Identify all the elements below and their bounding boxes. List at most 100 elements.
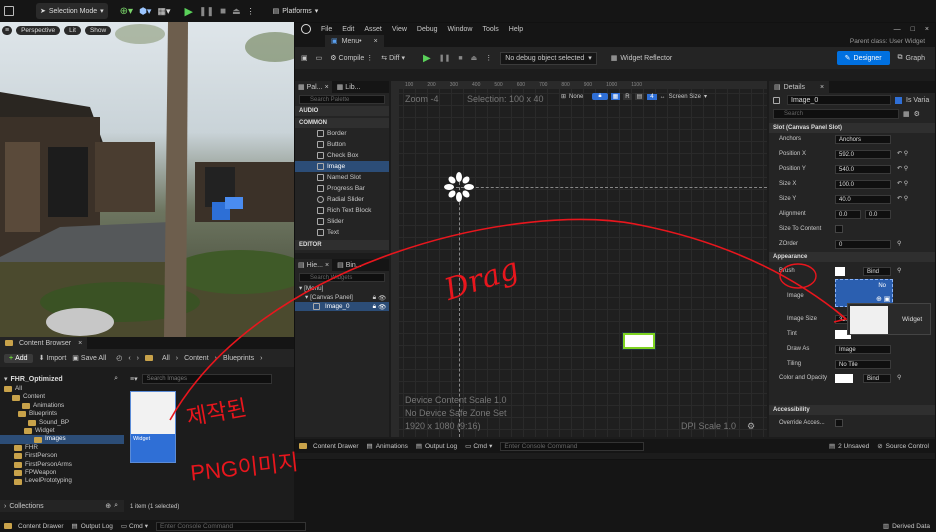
tab-palette[interactable]: ▦ Pal... × bbox=[295, 81, 332, 93]
search-images-input[interactable]: Search Images bbox=[141, 374, 272, 384]
tree-item[interactable]: FHR bbox=[0, 444, 124, 452]
grid-number[interactable]: 4 bbox=[647, 93, 657, 100]
reset-icon[interactable]: ↶ ⚲ bbox=[897, 195, 908, 202]
tree-item[interactable]: Widget bbox=[0, 427, 124, 435]
menu-asset[interactable]: Asset bbox=[364, 26, 382, 33]
breadcrumb-blueprints[interactable]: Blueprints bbox=[223, 355, 254, 362]
menu-tools[interactable]: Tools bbox=[482, 26, 498, 33]
graph-button[interactable]: ⧉ Graph bbox=[898, 54, 925, 62]
collections-header[interactable]: › Collections ⊕ ⌕ bbox=[0, 500, 124, 512]
umg-cmd-button[interactable]: ▭ Cmd ▾ bbox=[465, 442, 492, 451]
eject-icon[interactable]: ⏏ bbox=[471, 54, 478, 62]
screen-size-select[interactable]: Screen Size bbox=[669, 94, 701, 100]
override-accessible-checkbox[interactable] bbox=[835, 419, 843, 427]
reset-icon[interactable]: ⚲ bbox=[897, 374, 901, 381]
transform-icon[interactable]: ⊞ bbox=[561, 93, 566, 100]
menu-edit[interactable]: Edit bbox=[342, 26, 354, 33]
section-accessibility[interactable]: Accessibility bbox=[769, 405, 935, 415]
size-to-content-checkbox[interactable] bbox=[835, 225, 843, 233]
browse-icon[interactable]: ▭ bbox=[316, 54, 323, 62]
section-slot[interactable]: Slot (Canvas Panel Slot) bbox=[769, 123, 935, 133]
play-options-icon[interactable]: ⋮ bbox=[247, 7, 255, 16]
none-label[interactable]: None bbox=[569, 94, 583, 100]
breadcrumb-content[interactable]: Content bbox=[184, 355, 209, 362]
level-viewport[interactable]: ≡ Perspective Lit Show bbox=[0, 22, 294, 337]
size-x-field[interactable]: 100.0 bbox=[835, 180, 891, 189]
pause-icon[interactable]: ❚❚ bbox=[439, 54, 451, 62]
section-common[interactable]: COMMON bbox=[295, 118, 389, 128]
menu-window[interactable]: Window bbox=[448, 26, 473, 33]
reset-icon[interactable]: ⚲ bbox=[897, 240, 901, 247]
close-icon[interactable]: × bbox=[374, 38, 378, 45]
tree-item[interactable]: Content bbox=[0, 393, 124, 401]
add-actor-icon[interactable]: ⊕▾ bbox=[120, 6, 133, 17]
selection-mode-button[interactable]: ➤ Selection Mode ▾ bbox=[36, 3, 108, 19]
eye-icon[interactable]: 👁︎ bbox=[378, 303, 386, 311]
diff-button[interactable]: ⇆ Diff ▾ bbox=[381, 54, 405, 63]
tiling-dropdown[interactable]: No Tile bbox=[835, 360, 891, 369]
content-drawer-button[interactable]: Content Drawer bbox=[4, 523, 64, 530]
close-window-icon[interactable]: × bbox=[925, 26, 929, 33]
breadcrumb-all[interactable]: All bbox=[162, 355, 170, 362]
palette-item-button[interactable]: Button bbox=[295, 139, 389, 150]
palette-item-radial-slider[interactable]: Radial Slider bbox=[295, 194, 389, 205]
alignment-y-field[interactable]: 0.0 bbox=[865, 210, 891, 219]
console-input[interactable]: Enter Console Command bbox=[156, 521, 307, 531]
palette-item-image[interactable]: Image bbox=[295, 161, 389, 172]
show-button[interactable]: Show bbox=[84, 26, 112, 35]
lock-icon[interactable]: 🔒︎ bbox=[373, 294, 376, 302]
close-icon[interactable]: × bbox=[820, 84, 824, 91]
tree-item[interactable]: LevelPrototyping bbox=[0, 477, 124, 485]
close-icon[interactable]: × bbox=[78, 340, 82, 347]
settings-icon[interactable]: ⚙ bbox=[914, 110, 920, 118]
zorder-field[interactable]: 0 bbox=[835, 240, 891, 249]
brush-color-swatch[interactable] bbox=[835, 267, 845, 276]
reset-icon[interactable]: ↶ ⚲ bbox=[897, 180, 908, 187]
browse-asset-icon[interactable]: ⊕ ▣ bbox=[876, 295, 890, 303]
details-search-input[interactable]: Search bbox=[773, 109, 899, 119]
palette-item-progress-bar[interactable]: Progress Bar bbox=[295, 183, 389, 194]
tab-hierarchy[interactable]: ▤ Hie... × bbox=[295, 259, 333, 271]
draw-as-dropdown[interactable]: Image bbox=[835, 345, 891, 354]
perspective-button[interactable]: Perspective bbox=[16, 26, 61, 35]
save-all-button[interactable]: ▣ Save All bbox=[72, 354, 106, 363]
menu-view[interactable]: View bbox=[392, 26, 407, 33]
source-control-button[interactable]: ⊘ Source Control bbox=[877, 442, 929, 451]
lock-toggle[interactable]: 🔒︎ bbox=[592, 93, 608, 100]
unsaved-button[interactable]: ▤ 2 Unsaved bbox=[829, 442, 869, 451]
history-icon[interactable]: ◴ bbox=[116, 354, 122, 362]
tab-library[interactable]: ▦ Lib... bbox=[334, 83, 364, 92]
image-none-select[interactable]: No bbox=[878, 283, 886, 289]
gear-icon[interactable]: ⚙ bbox=[747, 421, 755, 432]
save-icon[interactable] bbox=[4, 6, 14, 16]
is-variable-checkbox[interactable] bbox=[895, 96, 902, 104]
tree-item-selected[interactable]: Images bbox=[0, 435, 124, 444]
add-button[interactable]: + Add bbox=[4, 353, 33, 363]
tab-bind-widgets[interactable]: ▤ Bin... bbox=[334, 261, 365, 270]
animations-button[interactable]: ▤ Animations bbox=[367, 442, 408, 451]
tab-details[interactable]: ▤ Details × bbox=[769, 81, 830, 93]
widget-name-field[interactable]: Image_0 bbox=[787, 95, 891, 105]
anchors-dropdown[interactable]: Anchors bbox=[835, 135, 891, 144]
palette-item-slider[interactable]: Slider bbox=[295, 216, 389, 227]
hierarchy-item-canvas-panel[interactable]: ▾ [Canvas Panel] 🔒︎ 👁︎ bbox=[295, 293, 389, 302]
tree-item[interactable]: Animations bbox=[0, 402, 124, 410]
save-icon[interactable]: ▣ bbox=[301, 54, 308, 62]
play-icon[interactable]: ▶ bbox=[423, 53, 431, 64]
hierarchy-search-input[interactable]: Search Widgets bbox=[299, 273, 385, 282]
reset-icon[interactable]: ⚲ bbox=[897, 267, 901, 274]
hierarchy-item-menu[interactable]: ▾ [Menu] bbox=[295, 284, 389, 293]
position-y-field[interactable]: 540.0 bbox=[835, 165, 891, 174]
back-icon[interactable]: ‹ bbox=[128, 355, 130, 362]
output-log-button[interactable]: ▤ Output Log bbox=[72, 522, 113, 531]
close-icon[interactable]: × bbox=[325, 84, 329, 91]
forward-icon[interactable]: › bbox=[137, 355, 139, 362]
table-view-icon[interactable]: ▦ bbox=[903, 110, 910, 118]
umg-output-log-button[interactable]: ▤ Output Log bbox=[416, 442, 457, 451]
stop-icon[interactable]: ■ bbox=[458, 55, 462, 62]
palette-item-border[interactable]: Border bbox=[295, 128, 389, 139]
cmd-button[interactable]: ▭ Cmd ▾ bbox=[121, 522, 148, 531]
palette-item-rich-text-block[interactable]: Rich Text Block bbox=[295, 205, 389, 216]
alignment-x-field[interactable]: 0.0 bbox=[835, 210, 861, 219]
tree-item[interactable]: FirstPerson bbox=[0, 452, 124, 460]
